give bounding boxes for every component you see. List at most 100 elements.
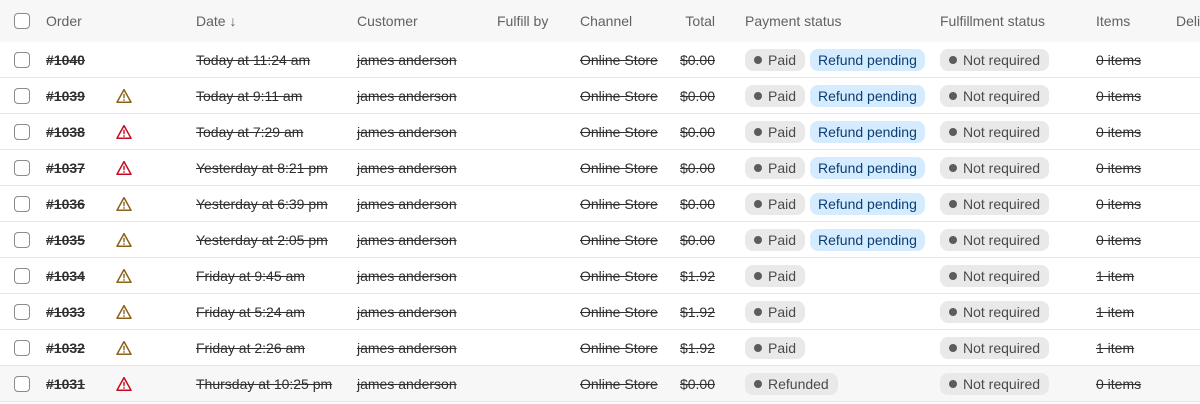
payment-status-label: Paid [768, 160, 797, 176]
fulfillment-status-badge: Not required [940, 49, 1050, 71]
fulfillment-status-label: Not required [963, 88, 1041, 104]
item-count[interactable]: 1 item [1096, 258, 1134, 294]
payment-status-badge: Paid [745, 193, 806, 215]
payment-status-badge: Paid [745, 337, 806, 359]
fulfillment-status-badge: Not required [940, 265, 1050, 287]
payment-status-badge: Paid [745, 301, 806, 323]
fulfillment-status-label: Not required [963, 160, 1041, 176]
critical-icon[interactable] [116, 376, 132, 392]
row-checkbox[interactable] [14, 124, 30, 140]
item-count[interactable]: 1 item [1096, 294, 1134, 330]
row-checkbox[interactable] [14, 52, 30, 68]
payment-status-badge: Paid [745, 265, 806, 287]
table-row[interactable]: #1039 Today at 9:11 am james anderson Onlin… [0, 78, 1200, 114]
row-checkbox[interactable] [14, 196, 30, 212]
table-row[interactable]: #1040 Today at 11:24 am james anderson Onli… [0, 42, 1200, 78]
order-number-link[interactable]: #1039 [46, 78, 85, 114]
order-number-link[interactable]: #1035 [46, 222, 85, 258]
customer-name: james anderson [357, 124, 457, 140]
warning-icon[interactable] [116, 88, 132, 104]
table-row[interactable]: #1038 Today at 7:29 am james anderson Onlin… [0, 114, 1200, 150]
column-header-customer[interactable]: Customer [357, 0, 418, 42]
table-row[interactable]: #1033 Friday at 5:24 am james anderson Onli… [0, 294, 1200, 330]
fulfillment-status-badge: Not required [940, 229, 1050, 251]
customer-name: james anderson [357, 88, 457, 104]
item-count[interactable]: 0 items [1096, 150, 1141, 186]
order-number-link[interactable]: #1033 [46, 294, 85, 330]
row-checkbox[interactable] [14, 340, 30, 356]
row-checkbox[interactable] [14, 160, 30, 176]
warning-icon[interactable] [116, 232, 132, 248]
column-header-fulfill-by[interactable]: Fulfill by [497, 0, 548, 42]
order-date: Today at 7:29 am [196, 124, 304, 140]
order-date: Today at 9:11 am [196, 88, 303, 104]
item-count[interactable]: 1 item [1096, 330, 1134, 366]
customer-name: james anderson [357, 340, 457, 356]
sales-channel: Online Store [580, 160, 658, 176]
payment-status-label: Paid [768, 124, 797, 140]
row-checkbox[interactable] [14, 88, 30, 104]
item-count[interactable]: 0 items [1096, 366, 1141, 402]
table-row[interactable]: #1037 Yesterday at 8:21 pm james anderson O… [0, 150, 1200, 186]
row-checkbox[interactable] [14, 268, 30, 284]
refund-status-badge: Refund pending [810, 193, 925, 215]
fulfillment-status-label: Not required [963, 124, 1041, 140]
status-dot-icon [754, 92, 762, 100]
order-number-link[interactable]: #1038 [46, 114, 85, 150]
payment-status-badge: Paid [745, 121, 806, 143]
table-row[interactable]: #1034 Friday at 9:45 am james anderson Onli… [0, 258, 1200, 294]
status-dot-icon [949, 200, 957, 208]
warning-icon[interactable] [116, 304, 132, 320]
table-row[interactable]: #1036 Yesterday at 6:39 pm james anderson O… [0, 186, 1200, 222]
orders-table-header: Order Date ↓ Customer Fulfill by Channel… [0, 0, 1200, 43]
warning-icon[interactable] [116, 196, 132, 212]
refund-status-badge: Refund pending [810, 229, 925, 251]
sales-channel: Online Store [580, 196, 658, 212]
critical-icon[interactable] [116, 124, 132, 140]
item-count[interactable]: 0 items [1096, 114, 1141, 150]
critical-icon[interactable] [116, 160, 132, 176]
fulfillment-status-badge: Not required [940, 157, 1050, 179]
table-row[interactable]: #1035 Yesterday at 2:05 pm james anderson O… [0, 222, 1200, 258]
customer-name: james anderson [357, 304, 457, 320]
column-header-delivery[interactable]: Deli [1176, 0, 1200, 42]
order-number-link[interactable]: #1037 [46, 150, 85, 186]
fulfillment-status-label: Not required [963, 376, 1041, 392]
item-count[interactable]: 0 items [1096, 42, 1141, 78]
warning-icon[interactable] [116, 340, 132, 356]
status-dot-icon [754, 164, 762, 172]
order-date: Friday at 9:45 am [196, 268, 305, 284]
order-date: Yesterday at 8:21 pm [196, 160, 328, 176]
item-count[interactable]: 0 items [1096, 186, 1141, 222]
status-dot-icon [949, 236, 957, 244]
status-dot-icon [949, 308, 957, 316]
column-header-date[interactable]: Date ↓ [196, 0, 236, 42]
table-row[interactable]: #1031 Thursday at 10:25 pm james anderson O… [0, 366, 1200, 402]
column-header-fulfillment-status[interactable]: Fulfillment status [940, 0, 1045, 42]
order-number-link[interactable]: #1040 [46, 42, 85, 78]
order-number-link[interactable]: #1032 [46, 330, 85, 366]
column-header-order[interactable]: Order [46, 0, 82, 42]
row-checkbox[interactable] [14, 304, 30, 320]
column-header-total[interactable]: Total [656, 0, 715, 42]
customer-name: james anderson [357, 52, 457, 68]
table-row[interactable]: #1032 Friday at 2:26 am james anderson Onli… [0, 330, 1200, 366]
column-header-channel[interactable]: Channel [580, 0, 632, 42]
sales-channel: Online Store [580, 88, 658, 104]
order-number-link[interactable]: #1034 [46, 258, 85, 294]
select-all-checkbox[interactable] [14, 13, 30, 29]
column-header-payment-status[interactable]: Payment status [745, 0, 842, 42]
order-number-link[interactable]: #1031 [46, 366, 85, 402]
item-count[interactable]: 0 items [1096, 222, 1141, 258]
warning-icon[interactable] [116, 268, 132, 284]
row-checkbox[interactable] [14, 376, 30, 392]
order-number-link[interactable]: #1036 [46, 186, 85, 222]
row-checkbox[interactable] [14, 232, 30, 248]
status-dot-icon [754, 344, 762, 352]
status-dot-icon [949, 344, 957, 352]
order-date: Today at 11:24 am [196, 52, 311, 68]
order-total: $0.00 [679, 376, 715, 392]
fulfillment-status-badge: Not required [940, 121, 1050, 143]
item-count[interactable]: 0 items [1096, 78, 1141, 114]
column-header-items[interactable]: Items [1096, 0, 1130, 42]
